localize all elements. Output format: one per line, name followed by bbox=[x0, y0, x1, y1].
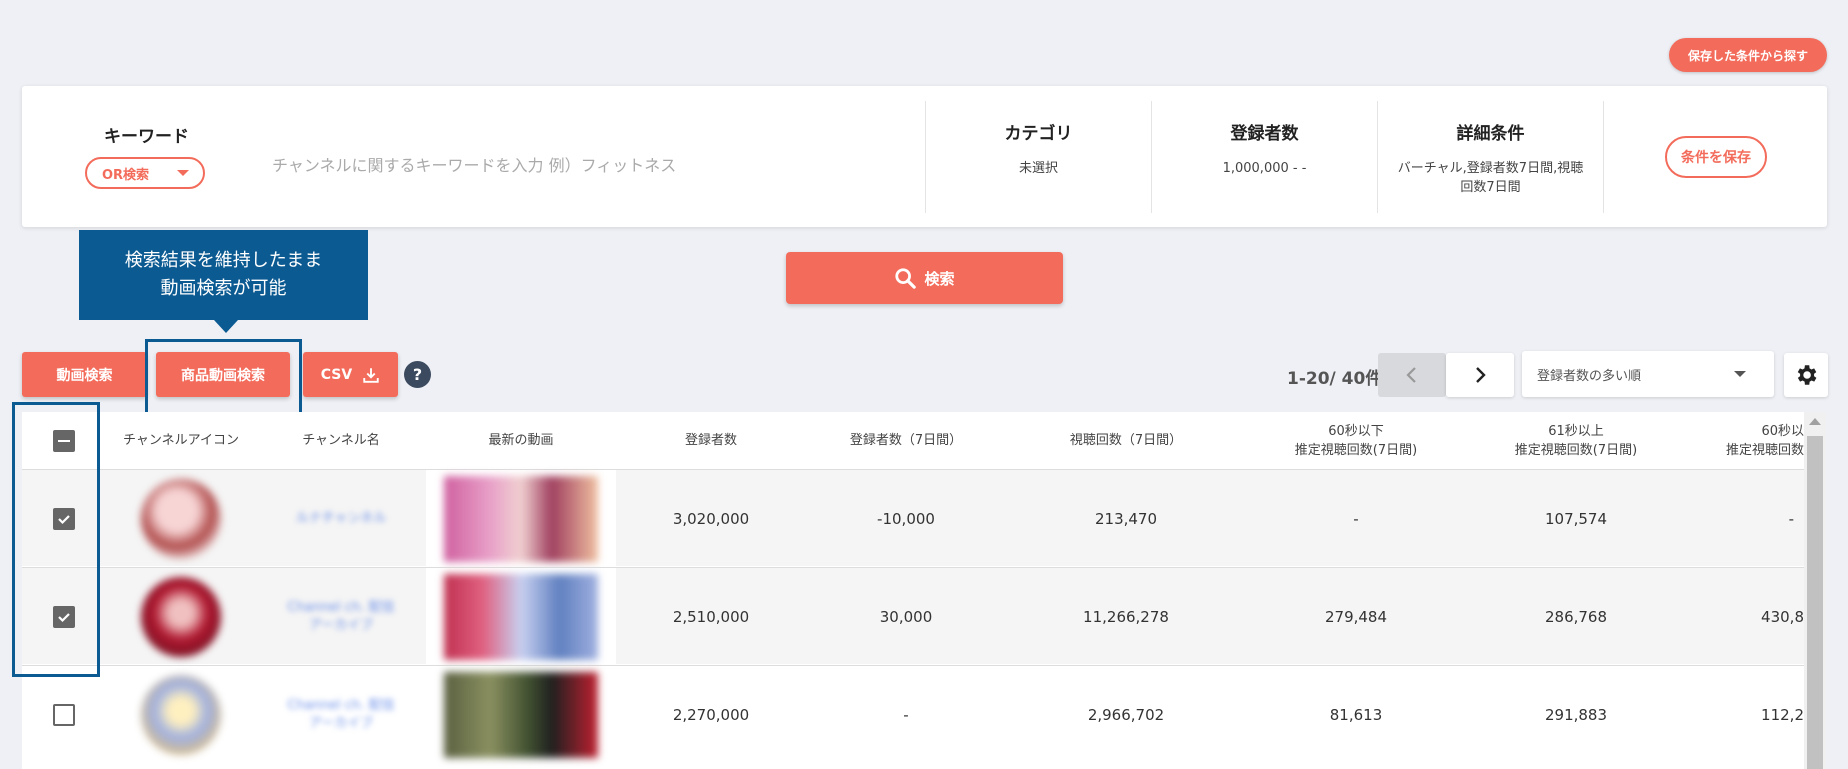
table-scrollbar[interactable] bbox=[1804, 412, 1826, 769]
long-views-value: 286,768 bbox=[1544, 607, 1608, 626]
subscribers-value: 2,270,000 bbox=[672, 705, 750, 724]
header-extra[interactable]: 60秒以 推定視聴回数 bbox=[1686, 412, 1804, 469]
scroll-thumb[interactable] bbox=[1807, 436, 1823, 769]
header-long-views-line1: 61秒以上 bbox=[1548, 423, 1604, 439]
tooltip-arrow bbox=[214, 320, 238, 333]
details-title: 詳細条件 bbox=[1456, 124, 1525, 144]
search-icon bbox=[895, 268, 917, 289]
table-row[interactable]: ルナチャンネル 3,020,000 -10,000 213,470 - 107,… bbox=[22, 469, 1804, 567]
chevron-right-icon bbox=[1476, 367, 1486, 383]
checkbox-column-highlight bbox=[12, 402, 100, 677]
header-subscribers[interactable]: 登録者数 bbox=[616, 412, 806, 469]
subscribers-filter[interactable]: 登録者数 1,000,000 - - bbox=[1151, 101, 1377, 213]
category-filter[interactable]: カテゴリ 未選択 bbox=[925, 101, 1151, 213]
search-panel: キーワード OR検索 カテゴリ 未選択 登録者数 1,000,000 - - 詳… bbox=[22, 86, 1827, 227]
avatar bbox=[141, 478, 221, 559]
keyword-input[interactable] bbox=[272, 150, 872, 180]
header-short-views-line2: 推定視聴回数(7日間) bbox=[1294, 442, 1418, 458]
match-mode-select[interactable]: OR検索 bbox=[85, 157, 205, 189]
header-extra-line1: 60秒以 bbox=[1761, 423, 1804, 439]
next-page-button[interactable] bbox=[1446, 353, 1514, 397]
views-7d-value: 2,966,702 bbox=[1087, 705, 1165, 724]
extra-value: 112,2 bbox=[1761, 705, 1804, 724]
extra-value: - bbox=[1788, 509, 1794, 528]
details-filter[interactable]: 詳細条件 バーチャル,登録者数7日間,視聴回数7日間 bbox=[1377, 101, 1603, 213]
short-views-value: 279,484 bbox=[1324, 607, 1388, 626]
header-views-7d[interactable]: 視聴回数（7日間） bbox=[1006, 412, 1246, 469]
gear-icon bbox=[1797, 365, 1817, 385]
header-long-views[interactable]: 61秒以上 推定視聴回数(7日間) bbox=[1466, 412, 1686, 469]
saved-conditions-button[interactable]: 保存した条件から探す bbox=[1669, 38, 1827, 72]
subscribers-7d-value: -10,000 bbox=[877, 509, 935, 528]
details-value: バーチャル,登録者数7日間,視聴回数7日間 bbox=[1397, 161, 1584, 195]
chevron-left-icon bbox=[1406, 367, 1416, 383]
latest-video-thumbnail[interactable] bbox=[444, 671, 598, 758]
prev-page-button[interactable] bbox=[1378, 353, 1446, 397]
channel-name-link[interactable]: Channel ch. 配信アーカイブ bbox=[286, 697, 396, 733]
row-checkbox[interactable] bbox=[53, 703, 75, 726]
header-long-views-line2: 推定視聴回数(7日間) bbox=[1514, 442, 1638, 458]
subscribers-value: 3,020,000 bbox=[672, 509, 750, 528]
help-icon[interactable]: ? bbox=[404, 361, 431, 388]
channel-name-link[interactable]: ルナチャンネル bbox=[286, 510, 396, 528]
category-title: カテゴリ bbox=[1004, 124, 1073, 144]
subscribers-value: 2,510,000 bbox=[672, 607, 750, 626]
sort-select[interactable]: 登録者数の多い順 bbox=[1522, 351, 1774, 397]
short-views-value: 81,613 bbox=[1329, 705, 1383, 724]
tooltip-line1: 検索結果を維持したまま bbox=[124, 250, 323, 271]
header-icon: チャンネルアイコン bbox=[106, 412, 256, 469]
header-name: チャンネル名 bbox=[256, 412, 426, 469]
short-views-value: - bbox=[1353, 509, 1359, 528]
channel-table: チャンネルアイコン チャンネル名 最新の動画 登録者数 登録者数（7日間） 視聴… bbox=[22, 412, 1804, 769]
channel-name-link[interactable]: Channel ch. 配信アーカイブ bbox=[286, 599, 396, 635]
avatar bbox=[141, 576, 221, 657]
header-latest-video: 最新の動画 bbox=[426, 412, 616, 469]
table-row[interactable]: Channel ch. 配信アーカイブ 2,510,000 30,000 11,… bbox=[22, 567, 1804, 665]
video-search-button[interactable]: 動画検索 bbox=[22, 352, 147, 397]
keyword-title: キーワード bbox=[104, 127, 189, 147]
tooltip: 検索結果を維持したまま 動画検索が可能 bbox=[79, 230, 368, 320]
category-value: 未選択 bbox=[1018, 161, 1058, 176]
product-search-highlight bbox=[145, 339, 302, 417]
subscribers-title: 登録者数 bbox=[1230, 124, 1299, 144]
scroll-up-icon[interactable] bbox=[1809, 418, 1821, 425]
header-subscribers-7d[interactable]: 登録者数（7日間） bbox=[806, 412, 1006, 469]
extra-value: 430,8 bbox=[1761, 607, 1804, 626]
csv-label: CSV bbox=[320, 366, 353, 383]
subscribers-value: 1,000,000 - - bbox=[1222, 161, 1307, 176]
latest-video-thumbnail[interactable] bbox=[444, 573, 598, 660]
header-extra-line2: 推定視聴回数 bbox=[1725, 442, 1804, 458]
search-button[interactable]: 検索 bbox=[786, 252, 1063, 304]
settings-button[interactable] bbox=[1784, 353, 1828, 397]
chevron-down-icon bbox=[177, 170, 189, 176]
long-views-value: 107,574 bbox=[1544, 509, 1608, 528]
match-mode-label: OR検索 bbox=[102, 167, 150, 183]
sort-selected-label: 登録者数の多い順 bbox=[1537, 368, 1642, 384]
table-row[interactable]: Channel ch. 配信アーカイブ 2,270,000 - 2,966,70… bbox=[22, 665, 1804, 763]
save-condition-button[interactable]: 条件を保存 bbox=[1665, 136, 1767, 178]
download-icon bbox=[363, 367, 379, 383]
header-short-views[interactable]: 60秒以下 推定視聴回数(7日間) bbox=[1246, 412, 1466, 469]
chevron-down-icon bbox=[1734, 371, 1746, 377]
views-7d-value: 213,470 bbox=[1094, 509, 1158, 528]
subscribers-7d-value: 30,000 bbox=[879, 607, 933, 626]
latest-video-thumbnail[interactable] bbox=[444, 475, 598, 562]
views-7d-value: 11,266,278 bbox=[1083, 607, 1169, 626]
long-views-value: 291,883 bbox=[1544, 705, 1608, 724]
result-count: 1-20/ 40件 bbox=[1287, 369, 1383, 389]
avatar bbox=[141, 674, 221, 755]
csv-button[interactable]: CSV bbox=[303, 352, 398, 397]
header-short-views-line1: 60秒以下 bbox=[1328, 423, 1384, 439]
search-button-label: 検索 bbox=[924, 269, 955, 288]
subscribers-7d-value: - bbox=[903, 705, 909, 724]
tooltip-line2: 動画検索が可能 bbox=[160, 278, 287, 299]
